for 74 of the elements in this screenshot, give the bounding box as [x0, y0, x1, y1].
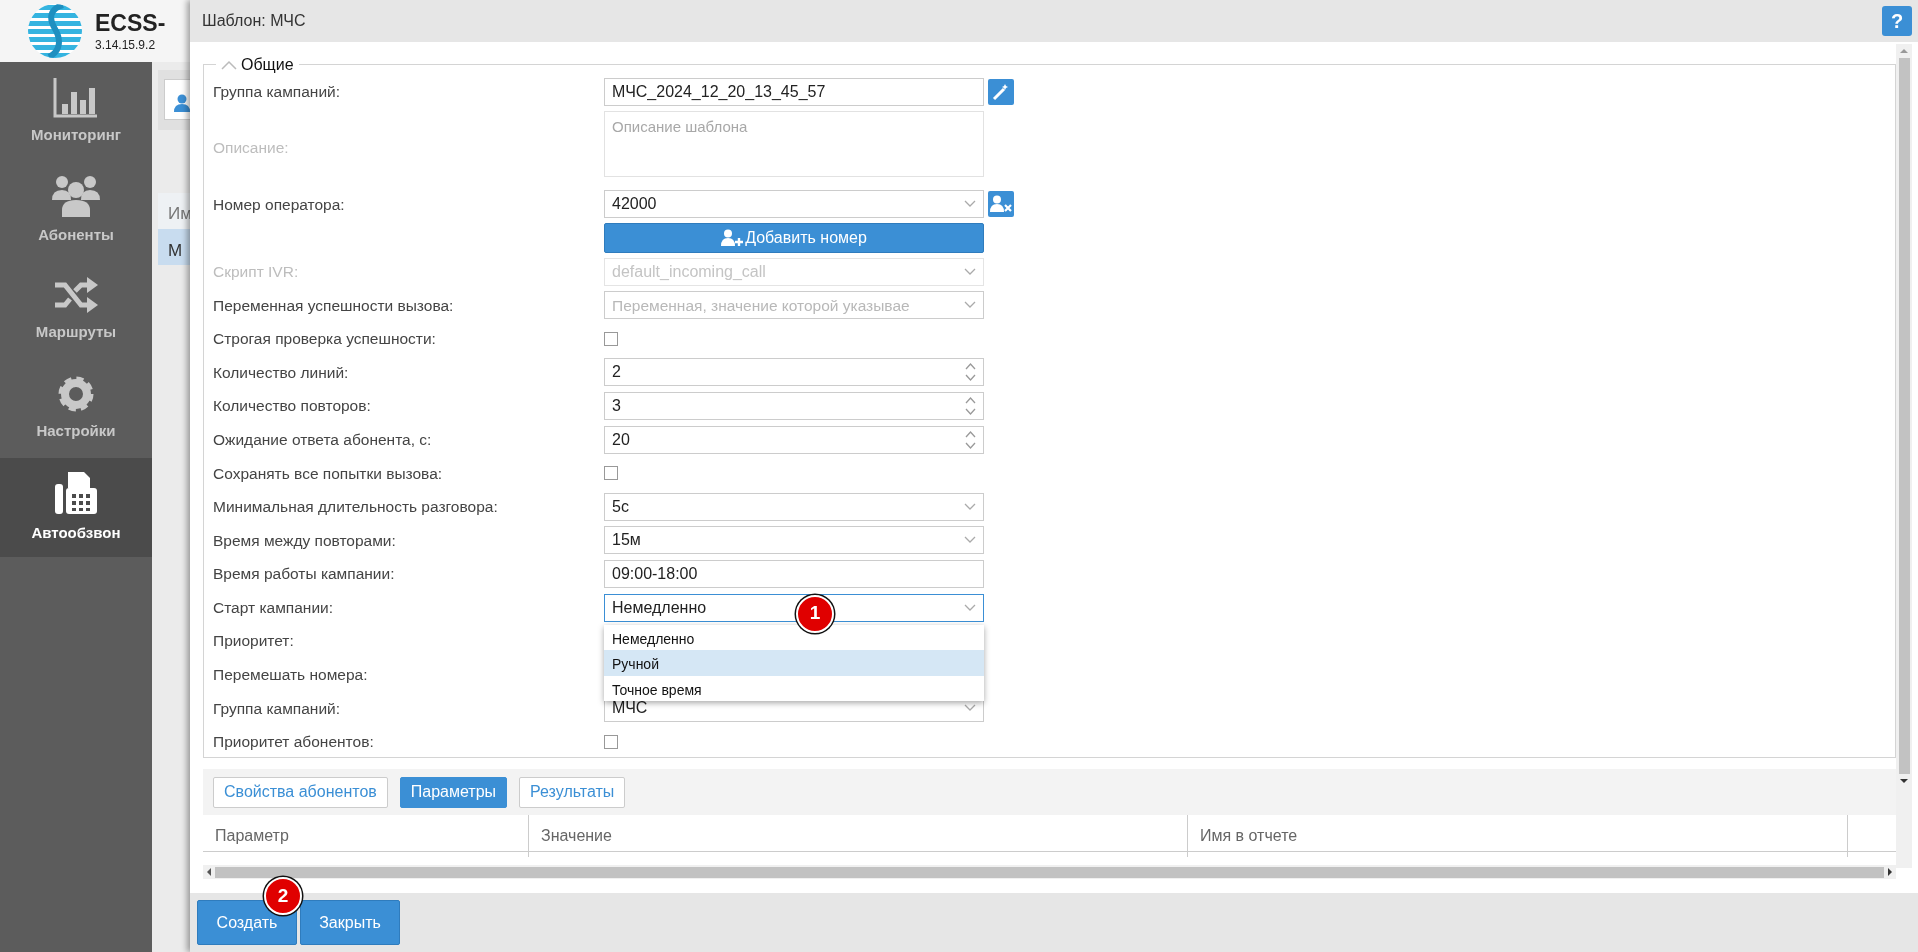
dropdown-field[interactable]: 42000	[604, 190, 984, 219]
field-label: Время работы кампании:	[213, 564, 396, 585]
chevron-down-icon	[964, 301, 976, 310]
sidebar-item[interactable]: Маршруты	[0, 260, 152, 359]
field-label: Приоритет:	[213, 631, 295, 652]
field-label: Сохранять все попытки вызова:	[213, 463, 444, 484]
checkbox[interactable]	[604, 331, 618, 346]
chevron-down-icon	[964, 536, 976, 545]
field-label: Группа кампаний:	[213, 698, 342, 719]
scroll-down-icon[interactable]	[1899, 778, 1909, 784]
field-label: Строгая проверка успешности:	[213, 329, 437, 350]
people-icon	[51, 174, 101, 219]
user-add-icon	[721, 229, 744, 247]
number-field[interactable]: 3	[604, 391, 984, 420]
callout-tooltip: 2	[264, 877, 302, 915]
chevron-down-icon	[964, 502, 976, 511]
spinner-icon	[965, 362, 976, 383]
field-label: Группа кампаний:	[213, 82, 342, 103]
chevron-down-icon	[964, 704, 976, 713]
fax-icon	[54, 470, 98, 517]
shuffle-icon	[53, 275, 99, 316]
chevron-icon	[221, 60, 237, 70]
spinner-icon	[965, 395, 976, 416]
user-icon	[174, 93, 190, 112]
column-header: Имя в отчете	[1188, 815, 1848, 857]
field-label: Ожидание ответа абонента, с:	[213, 429, 433, 450]
text-field[interactable]: 09:00-18:00	[604, 559, 984, 588]
field-label: Количество линий:	[213, 362, 350, 383]
side-button[interactable]	[988, 191, 1014, 218]
column-header: Значение	[529, 815, 1188, 857]
dropdown-field[interactable]: 5с	[604, 492, 984, 521]
dropdown-field[interactable]: 15м	[604, 526, 984, 555]
app-version: 3.14.15.9.2	[95, 38, 157, 51]
chart-icon	[53, 76, 99, 119]
field-label: Количество повторов:	[213, 396, 372, 417]
scroll-up-icon[interactable]	[1899, 48, 1909, 54]
side-button[interactable]	[988, 78, 1014, 105]
spinner-icon	[965, 429, 976, 450]
chevron-down-icon	[964, 267, 976, 276]
field-label: Номер оператора:	[213, 194, 346, 215]
chevron-down-icon	[964, 603, 976, 612]
user-remove-icon	[990, 195, 1012, 214]
field-label: Перемешать номера:	[213, 665, 369, 686]
checkbox[interactable]	[604, 466, 618, 481]
number-field[interactable]: 20	[604, 425, 984, 454]
sidebar-item[interactable]: Мониторинг	[0, 62, 152, 161]
field-label: Описание:	[213, 138, 290, 159]
column-header: Параметр	[203, 815, 529, 857]
field-label: Минимальная длительность разговора:	[213, 497, 499, 518]
toolbar-button[interactable]	[164, 79, 190, 120]
tab[interactable]: Свойства абонентов	[213, 776, 388, 808]
chevron-down-icon	[964, 200, 976, 209]
dialog-title: Шаблон: МЧС	[202, 11, 306, 31]
app-title: ECSS-	[95, 11, 166, 35]
dropdown-option[interactable]: Ручной	[604, 650, 984, 676]
sidebar-item[interactable]: Абоненты	[0, 161, 152, 260]
wand-icon	[992, 82, 1010, 101]
text-field[interactable]: МЧС_2024_12_20_13_45_57	[604, 77, 984, 106]
field-label: Время между повторами:	[213, 530, 397, 551]
section-toggle[interactable]	[221, 60, 237, 70]
field-label: Приоритет абонентов:	[213, 732, 375, 753]
number-field[interactable]: 2	[604, 358, 984, 387]
sidebar-item[interactable]: Настройки	[0, 359, 152, 458]
field-label: Скрипт IVR:	[213, 261, 300, 282]
field-label: Старт кампании:	[213, 597, 335, 618]
sidebar-item[interactable]: Автообзвон	[0, 458, 152, 557]
scroll-left-icon[interactable]	[206, 867, 212, 877]
column-header: Им	[158, 193, 190, 229]
checkbox[interactable]	[604, 734, 618, 749]
section-title: Общие	[241, 55, 294, 75]
scroll-right-icon[interactable]	[1887, 867, 1893, 877]
horizontal-scrollbar[interactable]	[203, 865, 1896, 879]
table-row[interactable]: М	[158, 229, 190, 265]
field-label: Переменная успешности вызова:	[213, 295, 455, 316]
